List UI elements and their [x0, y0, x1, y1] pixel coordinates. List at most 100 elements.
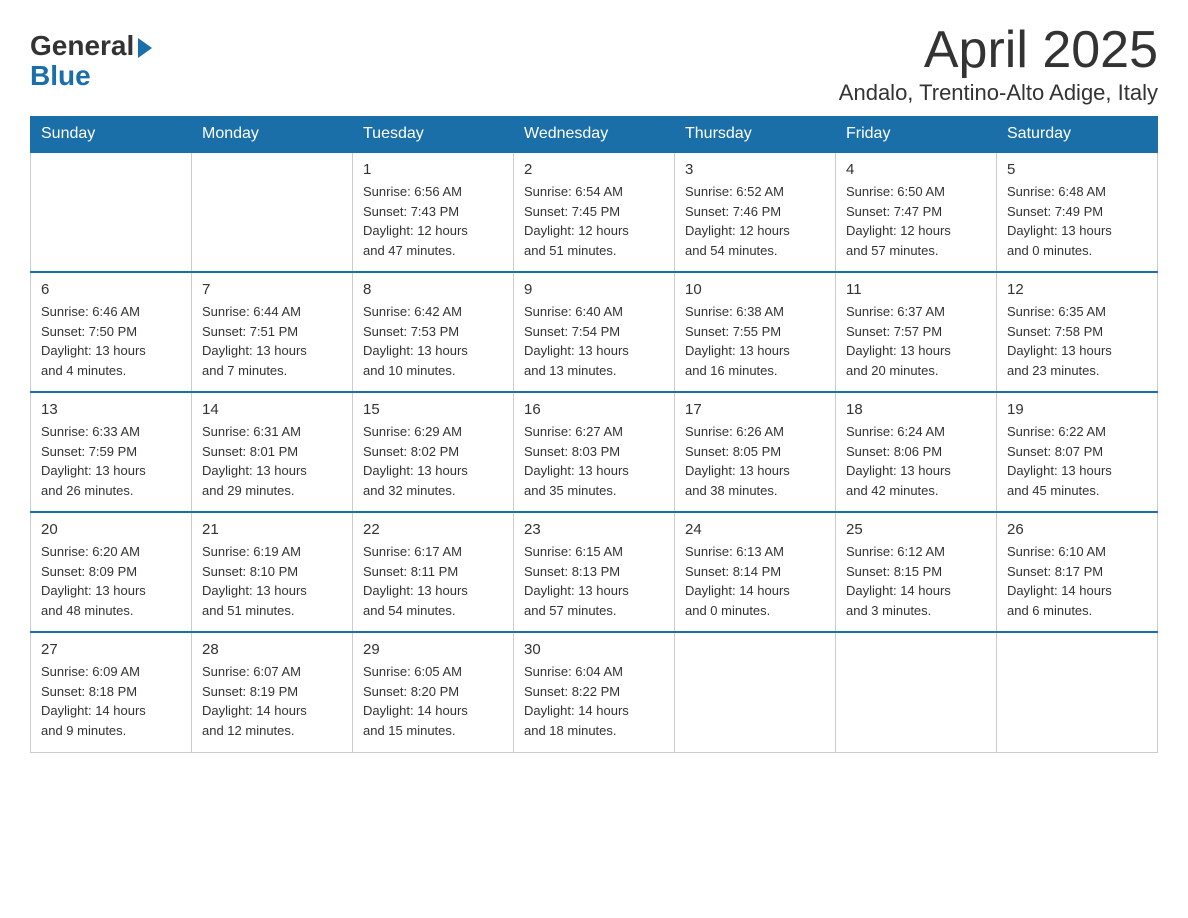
day-number: 18 — [846, 401, 986, 418]
calendar-header-row: SundayMondayTuesdayWednesdayThursdayFrid… — [31, 117, 1158, 153]
calendar-cell: 29Sunrise: 6:05 AM Sunset: 8:20 PM Dayli… — [353, 632, 514, 752]
day-number: 24 — [685, 521, 825, 538]
calendar-cell: 19 Sunrise: 6:22 AM Sunset: 8:07 PM Dayli… — [997, 392, 1158, 512]
calendar-cell: 25 Sunrise: 6:12 AM Sunset: 8:15 PM Dayli… — [836, 512, 997, 632]
calendar-cell: 26 Sunrise: 6:10 AM Sunset: 8:17 PM Dayli… — [997, 512, 1158, 632]
day-number: 9 — [524, 281, 664, 298]
day-info: Sunrise: 6:29 AM Sunset: 8:02 PM Dayligh… — [363, 422, 503, 500]
logo-blue-text: Blue — [30, 60, 91, 92]
day-number: 6 — [41, 281, 181, 298]
day-number: 3 — [685, 161, 825, 178]
calendar-week-row: 6 Sunrise: 6:46 AM Sunset: 7:50 PM Daylig… — [31, 272, 1158, 392]
calendar-cell: 16 Sunrise: 6:27 AM Sunset: 8:03 PM Dayli… — [514, 392, 675, 512]
day-number: 16 — [524, 401, 664, 418]
calendar-cell: 21Sunrise: 6:19 AM Sunset: 8:10 PM Dayli… — [192, 512, 353, 632]
calendar-cell: 11 Sunrise: 6:37 AM Sunset: 7:57 PM Dayli… — [836, 272, 997, 392]
day-number: 22 — [363, 521, 503, 538]
day-info: Sunrise: 6:04 AM Sunset: 8:22 PM Dayligh… — [524, 662, 664, 740]
day-info: Sunrise: 6:19 AM Sunset: 8:10 PM Dayligh… — [202, 542, 342, 620]
calendar-cell: 18 Sunrise: 6:24 AM Sunset: 8:06 PM Dayli… — [836, 392, 997, 512]
day-number: 7 — [202, 281, 342, 298]
day-info: Sunrise: 6:42 AM Sunset: 7:53 PM Dayligh… — [363, 302, 503, 380]
calendar-header-sunday: Sunday — [31, 117, 192, 153]
calendar-cell: 14Sunrise: 6:31 AM Sunset: 8:01 PM Dayli… — [192, 392, 353, 512]
day-info: Sunrise: 6:46 AM Sunset: 7:50 PM Dayligh… — [41, 302, 181, 380]
day-info: Sunrise: 6:31 AM Sunset: 8:01 PM Dayligh… — [202, 422, 342, 500]
calendar-cell — [31, 152, 192, 272]
day-info: Sunrise: 6:05 AM Sunset: 8:20 PM Dayligh… — [363, 662, 503, 740]
page-header: General Blue April 2025 Andalo, Trentino… — [30, 20, 1158, 106]
day-number: 12 — [1007, 281, 1147, 298]
day-info: Sunrise: 6:33 AM Sunset: 7:59 PM Dayligh… — [41, 422, 181, 500]
day-info: Sunrise: 6:26 AM Sunset: 8:05 PM Dayligh… — [685, 422, 825, 500]
calendar-cell — [836, 632, 997, 752]
logo-triangle-icon — [138, 38, 152, 58]
calendar-cell: 17 Sunrise: 6:26 AM Sunset: 8:05 PM Dayli… — [675, 392, 836, 512]
calendar-cell: 23 Sunrise: 6:15 AM Sunset: 8:13 PM Dayli… — [514, 512, 675, 632]
calendar-cell: 13 Sunrise: 6:33 AM Sunset: 7:59 PM Dayli… — [31, 392, 192, 512]
day-number: 1 — [363, 161, 503, 178]
calendar-cell — [997, 632, 1158, 752]
day-info: Sunrise: 6:10 AM Sunset: 8:17 PM Dayligh… — [1007, 542, 1147, 620]
day-number: 4 — [846, 161, 986, 178]
calendar-header-saturday: Saturday — [997, 117, 1158, 153]
day-number: 5 — [1007, 161, 1147, 178]
day-number: 10 — [685, 281, 825, 298]
day-number: 17 — [685, 401, 825, 418]
day-info: Sunrise: 6:24 AM Sunset: 8:06 PM Dayligh… — [846, 422, 986, 500]
day-info: Sunrise: 6:17 AM Sunset: 8:11 PM Dayligh… — [363, 542, 503, 620]
calendar-cell: 7 Sunrise: 6:44 AM Sunset: 7:51 PM Daylig… — [192, 272, 353, 392]
day-number: 15 — [363, 401, 503, 418]
day-info: Sunrise: 6:44 AM Sunset: 7:51 PM Dayligh… — [202, 302, 342, 380]
calendar-header-monday: Monday — [192, 117, 353, 153]
logo-general-text: General — [30, 30, 134, 62]
day-number: 28 — [202, 641, 342, 658]
calendar-cell: 15 Sunrise: 6:29 AM Sunset: 8:02 PM Dayli… — [353, 392, 514, 512]
day-info: Sunrise: 6:35 AM Sunset: 7:58 PM Dayligh… — [1007, 302, 1147, 380]
day-number: 23 — [524, 521, 664, 538]
day-info: Sunrise: 6:52 AM Sunset: 7:46 PM Dayligh… — [685, 182, 825, 260]
calendar-cell: 1 Sunrise: 6:56 AM Sunset: 7:43 PM Daylig… — [353, 152, 514, 272]
day-info: Sunrise: 6:22 AM Sunset: 8:07 PM Dayligh… — [1007, 422, 1147, 500]
calendar-week-row: 27Sunrise: 6:09 AM Sunset: 8:18 PM Dayli… — [31, 632, 1158, 752]
calendar-cell: 20 Sunrise: 6:20 AM Sunset: 8:09 PM Dayli… — [31, 512, 192, 632]
calendar-cell: 12 Sunrise: 6:35 AM Sunset: 7:58 PM Dayli… — [997, 272, 1158, 392]
day-info: Sunrise: 6:15 AM Sunset: 8:13 PM Dayligh… — [524, 542, 664, 620]
calendar-cell: 6 Sunrise: 6:46 AM Sunset: 7:50 PM Daylig… — [31, 272, 192, 392]
day-info: Sunrise: 6:12 AM Sunset: 8:15 PM Dayligh… — [846, 542, 986, 620]
day-info: Sunrise: 6:20 AM Sunset: 8:09 PM Dayligh… — [41, 542, 181, 620]
logo: General Blue — [30, 30, 152, 92]
day-info: Sunrise: 6:50 AM Sunset: 7:47 PM Dayligh… — [846, 182, 986, 260]
day-number: 2 — [524, 161, 664, 178]
calendar-cell: 27Sunrise: 6:09 AM Sunset: 8:18 PM Dayli… — [31, 632, 192, 752]
title-section: April 2025 Andalo, Trentino-Alto Adige, … — [839, 20, 1158, 106]
calendar-header-friday: Friday — [836, 117, 997, 153]
calendar-table: SundayMondayTuesdayWednesdayThursdayFrid… — [30, 116, 1158, 753]
day-info: Sunrise: 6:13 AM Sunset: 8:14 PM Dayligh… — [685, 542, 825, 620]
calendar-cell: 28 Sunrise: 6:07 AM Sunset: 8:19 PM Dayli… — [192, 632, 353, 752]
calendar-cell — [675, 632, 836, 752]
day-number: 26 — [1007, 521, 1147, 538]
calendar-cell: 3 Sunrise: 6:52 AM Sunset: 7:46 PM Daylig… — [675, 152, 836, 272]
day-info: Sunrise: 6:54 AM Sunset: 7:45 PM Dayligh… — [524, 182, 664, 260]
calendar-cell: 9 Sunrise: 6:40 AM Sunset: 7:54 PM Daylig… — [514, 272, 675, 392]
day-number: 20 — [41, 521, 181, 538]
day-info: Sunrise: 6:27 AM Sunset: 8:03 PM Dayligh… — [524, 422, 664, 500]
calendar-cell: 24 Sunrise: 6:13 AM Sunset: 8:14 PM Dayli… — [675, 512, 836, 632]
calendar-cell: 2 Sunrise: 6:54 AM Sunset: 7:45 PM Daylig… — [514, 152, 675, 272]
day-info: Sunrise: 6:37 AM Sunset: 7:57 PM Dayligh… — [846, 302, 986, 380]
day-number: 8 — [363, 281, 503, 298]
day-number: 25 — [846, 521, 986, 538]
day-number: 27 — [41, 641, 181, 658]
day-number: 19 — [1007, 401, 1147, 418]
day-number: 13 — [41, 401, 181, 418]
calendar-week-row: 20 Sunrise: 6:20 AM Sunset: 8:09 PM Dayli… — [31, 512, 1158, 632]
calendar-cell — [192, 152, 353, 272]
day-info: Sunrise: 6:40 AM Sunset: 7:54 PM Dayligh… — [524, 302, 664, 380]
day-info: Sunrise: 6:07 AM Sunset: 8:19 PM Dayligh… — [202, 662, 342, 740]
calendar-week-row: 13 Sunrise: 6:33 AM Sunset: 7:59 PM Dayli… — [31, 392, 1158, 512]
day-info: Sunrise: 6:56 AM Sunset: 7:43 PM Dayligh… — [363, 182, 503, 260]
day-info: Sunrise: 6:38 AM Sunset: 7:55 PM Dayligh… — [685, 302, 825, 380]
day-number: 11 — [846, 281, 986, 298]
calendar-cell: 8 Sunrise: 6:42 AM Sunset: 7:53 PM Daylig… — [353, 272, 514, 392]
